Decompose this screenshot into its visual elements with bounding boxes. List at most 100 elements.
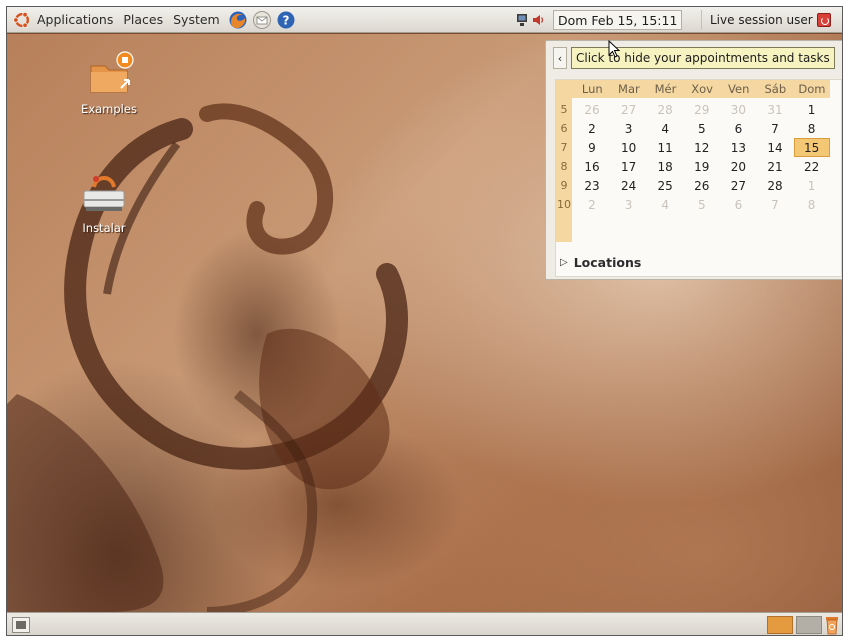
day-header: Sáb bbox=[757, 80, 794, 98]
calendar-day[interactable]: 27 bbox=[720, 176, 756, 195]
calendar-day[interactable]: 27 bbox=[611, 100, 647, 119]
ubuntu-logo-icon bbox=[13, 11, 30, 28]
calendar-grid: Lun Mar Mér Xov Ven Sáb Dom 5 6 7 8 9 10 26 27 28 29 30 31… bbox=[555, 79, 842, 277]
svg-text:?: ? bbox=[282, 13, 289, 27]
calendar-day[interactable]: 19 bbox=[684, 157, 720, 176]
system-label: System bbox=[173, 12, 220, 27]
bottom-panel bbox=[7, 612, 842, 635]
calendar-day[interactable]: 28 bbox=[647, 100, 683, 119]
calendar-day[interactable]: 2 bbox=[574, 119, 610, 138]
calendar-day[interactable]: 4 bbox=[647, 119, 683, 138]
mail-icon bbox=[252, 10, 271, 29]
calendar-day[interactable]: 26 bbox=[574, 100, 610, 119]
week-number: 5 bbox=[560, 103, 568, 116]
week-number: 6 bbox=[560, 122, 568, 135]
calendar-day[interactable]: 28 bbox=[757, 176, 793, 195]
firefox-icon bbox=[229, 11, 247, 28]
week-header-corner bbox=[556, 80, 574, 98]
session-user-label: Live session user bbox=[710, 13, 813, 27]
week-number: 8 bbox=[560, 160, 568, 173]
calendar-day[interactable]: 6 bbox=[720, 119, 756, 138]
applications-label: Applications bbox=[37, 12, 114, 27]
locations-expander[interactable]: ▷ Locations bbox=[560, 255, 641, 270]
day-header: Xov bbox=[683, 80, 721, 98]
calendar-day[interactable]: 1 bbox=[794, 176, 830, 195]
calendar-day[interactable]: 20 bbox=[720, 157, 756, 176]
calendar-day[interactable]: 2 bbox=[574, 195, 610, 214]
calendar-day[interactable]: 5 bbox=[684, 195, 720, 214]
folder-icon bbox=[90, 51, 134, 93]
day-header: Lun bbox=[574, 80, 611, 98]
calendar-day-today[interactable]: 15 bbox=[793, 138, 830, 157]
calendar-day[interactable]: 6 bbox=[720, 195, 756, 214]
mouse-cursor-icon bbox=[608, 40, 620, 58]
desktop-icon-examples[interactable]: Examples bbox=[69, 48, 149, 116]
calendar-popup: ‹ Click to hide your appointments and ta… bbox=[545, 40, 842, 280]
calendar-day[interactable]: 14 bbox=[757, 138, 793, 157]
day-header: Mar bbox=[610, 80, 648, 98]
speaker-icon bbox=[533, 15, 544, 25]
calendar-day[interactable]: 30 bbox=[720, 100, 756, 119]
trash-icon[interactable] bbox=[825, 615, 839, 635]
day-header: Ven bbox=[720, 80, 757, 98]
desktop-icon-label: Examples bbox=[81, 102, 137, 116]
calendar-day[interactable]: 7 bbox=[757, 119, 793, 138]
calendar-day[interactable]: 25 bbox=[647, 176, 683, 195]
shutdown-icon[interactable] bbox=[816, 13, 831, 27]
installer-icon bbox=[83, 176, 125, 211]
network-tray[interactable] bbox=[514, 12, 530, 28]
chevron-left-icon: ‹ bbox=[557, 51, 563, 65]
calendar-header: ‹ Click to hide your appointments and ta… bbox=[553, 47, 842, 69]
calendar-day[interactable]: 9 bbox=[574, 138, 610, 157]
calendar-day[interactable]: 31 bbox=[757, 100, 793, 119]
calendar-day[interactable]: 13 bbox=[720, 138, 756, 157]
calendar-day[interactable]: 4 bbox=[647, 195, 683, 214]
network-icon bbox=[517, 14, 527, 26]
mail-launcher[interactable] bbox=[251, 9, 273, 31]
calendar-day[interactable]: 10 bbox=[611, 138, 647, 157]
calendar-day[interactable]: 8 bbox=[794, 119, 830, 138]
help-icon: ? bbox=[277, 11, 295, 28]
calendar-day[interactable]: 17 bbox=[611, 157, 647, 176]
volume-tray[interactable] bbox=[530, 12, 546, 28]
calendar-day[interactable]: 16 bbox=[574, 157, 610, 176]
help-launcher[interactable]: ? bbox=[275, 9, 297, 31]
calendar-day[interactable]: 3 bbox=[611, 119, 647, 138]
calendar-day[interactable]: 3 bbox=[611, 195, 647, 214]
calendar-day[interactable]: 12 bbox=[684, 138, 720, 157]
calendar-day[interactable]: 7 bbox=[757, 195, 793, 214]
calendar-day[interactable]: 24 bbox=[611, 176, 647, 195]
clock-applet[interactable]: Dom Feb 15, 15:11 bbox=[553, 10, 683, 30]
show-desktop-button[interactable] bbox=[12, 617, 30, 633]
week-number: 7 bbox=[560, 141, 568, 154]
calendar-day[interactable]: 11 bbox=[647, 138, 683, 157]
expander-triangle-icon: ▷ bbox=[560, 257, 568, 268]
session-menu[interactable]: Live session user bbox=[701, 10, 831, 30]
calendar-day[interactable]: 5 bbox=[684, 119, 720, 138]
locations-label: Locations bbox=[573, 255, 642, 270]
top-panel: Applications Places System ? Dom Feb 15,… bbox=[7, 7, 842, 33]
previous-month-button[interactable]: ‹ bbox=[553, 47, 567, 69]
firefox-launcher[interactable] bbox=[227, 9, 249, 31]
calendar-day[interactable]: 22 bbox=[794, 157, 830, 176]
clock-text: Dom Feb 15, 15:11 bbox=[558, 12, 678, 28]
system-menu[interactable]: System bbox=[168, 7, 225, 33]
calendar-day[interactable]: 21 bbox=[757, 157, 793, 176]
workspace-1[interactable] bbox=[767, 616, 793, 634]
calendar-day[interactable]: 26 bbox=[684, 176, 720, 195]
desktop-icon-label: Instalar bbox=[82, 221, 126, 235]
calendar-day[interactable]: 1 bbox=[794, 100, 830, 119]
week-number: 10 bbox=[557, 198, 571, 211]
workspace-2[interactable] bbox=[796, 616, 822, 634]
places-menu[interactable]: Places bbox=[118, 7, 168, 33]
calendar-day[interactable]: 18 bbox=[647, 157, 683, 176]
day-header: Dom bbox=[793, 80, 831, 98]
week-number: 9 bbox=[560, 179, 568, 192]
applications-menu[interactable]: Applications bbox=[7, 7, 118, 33]
desktop-screen: Applications Places System ? Dom Feb 15,… bbox=[6, 6, 843, 636]
day-header: Mér bbox=[647, 80, 684, 98]
calendar-day[interactable]: 23 bbox=[574, 176, 610, 195]
calendar-day[interactable]: 8 bbox=[794, 195, 830, 214]
desktop-icon-instalar[interactable]: Instalar bbox=[64, 167, 144, 235]
calendar-day[interactable]: 29 bbox=[684, 100, 720, 119]
